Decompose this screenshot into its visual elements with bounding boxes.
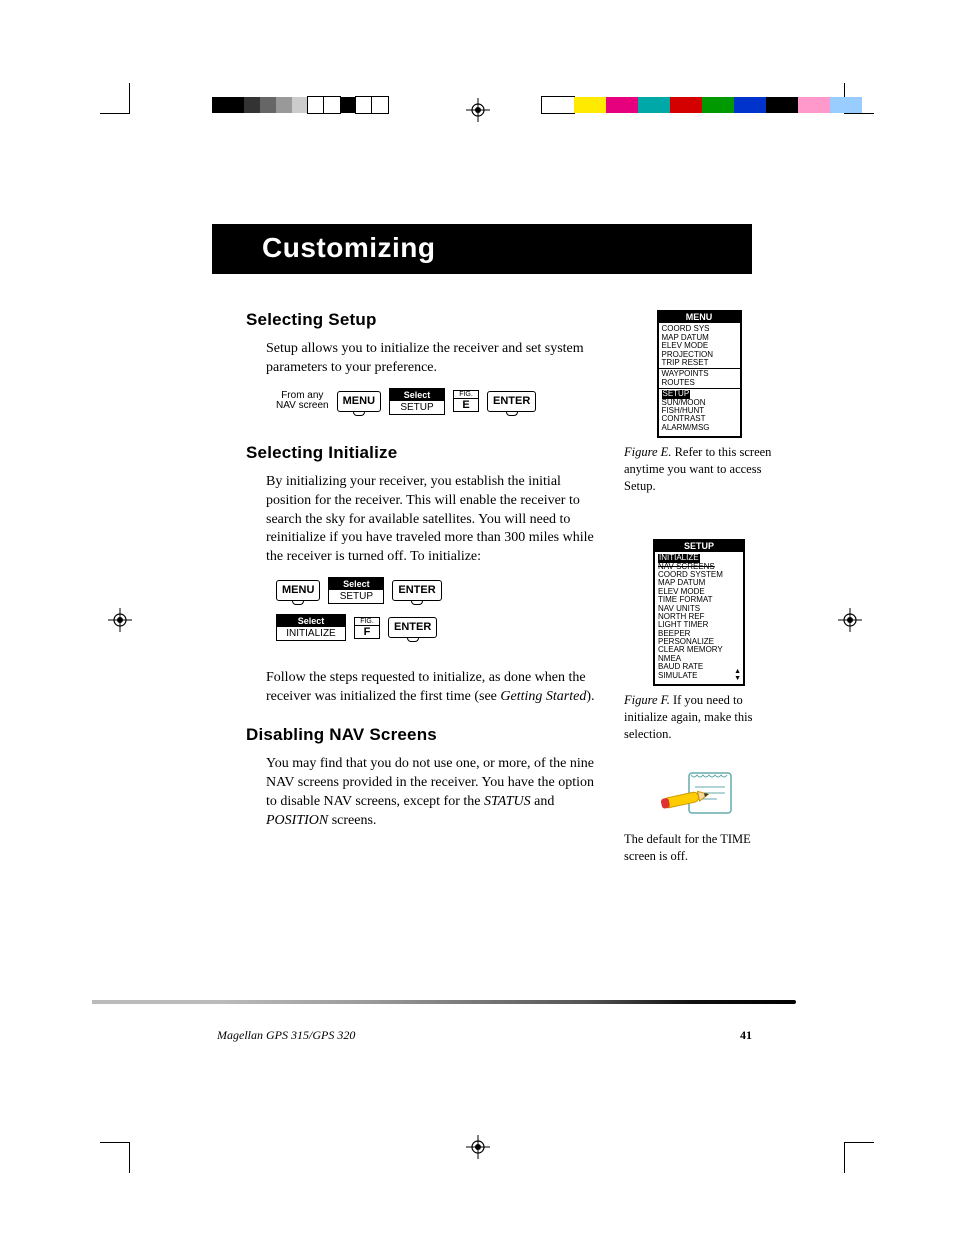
enter-button-icon: ENTER bbox=[392, 580, 441, 601]
registration-mark-icon bbox=[838, 608, 862, 632]
menu-button-icon: MENU bbox=[276, 580, 320, 601]
registration-mark-icon bbox=[466, 1135, 490, 1159]
main-column: Selecting Setup Setup allows you to init… bbox=[216, 310, 596, 888]
body-text: Follow the steps requested to initialize… bbox=[266, 669, 596, 707]
device-screen-menu: MENU COORD SYSMAP DATUMELEV MODEPROJECTI… bbox=[657, 310, 742, 438]
figure-caption: Figure F. If you need to initialize agai… bbox=[624, 692, 774, 743]
scroll-arrows-icon: ▲▼ bbox=[734, 668, 741, 682]
figure-caption: Figure E. Refer to this screen anytime y… bbox=[624, 444, 774, 495]
step-sequence: From any NAV screen MENU Select SETUP FI… bbox=[276, 388, 596, 415]
select-box: Select SETUP bbox=[389, 388, 445, 415]
heading-disabling-nav: Disabling NAV Screens bbox=[246, 725, 596, 745]
menu-button-icon: MENU bbox=[337, 391, 381, 412]
pencil-note-icon bbox=[659, 767, 739, 823]
select-box: Select SETUP bbox=[328, 577, 384, 604]
footer-model: Magellan GPS 315/GPS 320 bbox=[217, 1028, 355, 1043]
page-content: Customizing Selecting Setup Setup allows… bbox=[216, 224, 786, 888]
heading-selecting-setup: Selecting Setup bbox=[246, 310, 596, 330]
body-text: Setup allows you to initialize the recei… bbox=[266, 340, 596, 378]
note-text: The default for the TIME screen is off. bbox=[624, 831, 774, 865]
body-text: By initializing your receiver, you estab… bbox=[266, 473, 596, 567]
registration-mark-icon bbox=[466, 98, 490, 122]
figure-ref: FIG. F bbox=[354, 617, 380, 639]
registration-mark-icon bbox=[108, 608, 132, 632]
divider-gradient bbox=[92, 1000, 796, 1004]
page-title: Customizing bbox=[212, 224, 752, 274]
page-footer: Magellan GPS 315/GPS 320 41 bbox=[217, 1028, 772, 1043]
footer-page-number: 41 bbox=[740, 1028, 752, 1043]
enter-button-icon: ENTER bbox=[388, 617, 437, 638]
enter-button-icon: ENTER bbox=[487, 391, 536, 412]
select-box: Select INITIALIZE bbox=[276, 614, 346, 641]
step-note: From any NAV screen bbox=[276, 391, 329, 412]
step-sequence: MENU Select SETUP ENTER Select INITIALIZ… bbox=[276, 577, 596, 641]
print-colorbar bbox=[212, 97, 388, 113]
body-text: You may find that you do not use one, or… bbox=[266, 755, 596, 831]
sidebar: MENU COORD SYSMAP DATUMELEV MODEPROJECTI… bbox=[624, 310, 774, 888]
heading-selecting-initialize: Selecting Initialize bbox=[246, 443, 596, 463]
print-colorbar bbox=[542, 97, 862, 113]
device-screen-setup: SETUP INITIALIZENAV SCREENSCOORD SYSTEMM… bbox=[653, 539, 745, 686]
figure-ref: FIG. E bbox=[453, 390, 479, 412]
